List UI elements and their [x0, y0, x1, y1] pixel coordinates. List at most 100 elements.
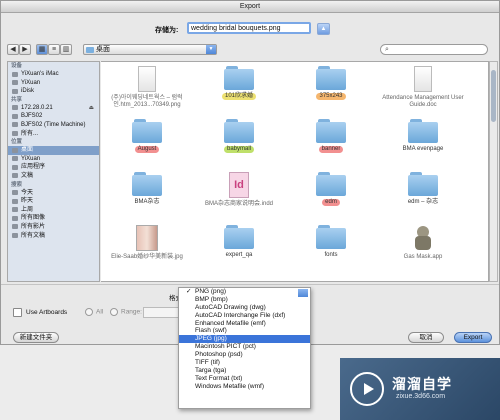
format-option[interactable]: Enhanced Metafile (emf) — [179, 320, 310, 328]
format-option[interactable]: TIFF (tif) — [179, 359, 310, 367]
sidebar-item-label: 所有影片 — [21, 223, 46, 230]
format-option[interactable]: BMP (bmp) — [179, 296, 310, 304]
back-button[interactable]: ◀ — [7, 44, 19, 55]
file-item[interactable]: expert_qa — [193, 225, 285, 259]
use-artboards-option[interactable]: Use Artboards — [13, 308, 67, 317]
file-item[interactable]: Id BMA杂志商家说明会.indd — [193, 172, 285, 208]
use-artboards-checkbox[interactable] — [13, 308, 22, 317]
sidebar-item-label: 今天 — [21, 189, 34, 196]
folder-body — [224, 69, 254, 90]
sidebar-item-label: YiXuan — [21, 79, 41, 86]
format-option[interactable]: AutoCAD Interchange File (dxf) — [179, 312, 310, 320]
file-item[interactable]: Gas Mask.app — [377, 225, 469, 261]
file-item[interactable]: 375x243 — [285, 66, 377, 100]
new-folder-button[interactable]: 新建文件夹 — [13, 332, 59, 343]
eject-icon[interactable]: ⏏ — [89, 104, 94, 113]
chevron-up-icon: ▲ — [320, 26, 327, 32]
sidebar-item[interactable]: 上周 — [8, 206, 99, 215]
file-item[interactable]: edm – 杂志 — [377, 172, 469, 206]
file-item[interactable]: BMA杂志 — [101, 172, 193, 206]
file-label: Attendance Management User Guide.doc — [382, 95, 464, 108]
sidebar-item-label: BJFS02 (Time Machine) — [21, 121, 86, 128]
filename-input[interactable]: wedding bridal bouquets.png — [187, 22, 311, 34]
file-item[interactable]: August — [101, 119, 193, 153]
format-option[interactable]: Windows Metafile (wmf) — [179, 383, 310, 391]
folder-icon — [316, 225, 346, 249]
all-radio-option[interactable]: All — [85, 308, 103, 316]
cancel-button[interactable]: 取消 — [408, 332, 444, 343]
sidebar-item[interactable]: 所有... — [8, 130, 99, 139]
sidebar-item[interactable]: YiXuan — [8, 155, 99, 164]
sidebar-item[interactable]: 今天 — [8, 189, 99, 198]
file-label: fonts — [324, 252, 338, 258]
popup-arrow-icon: ▼ — [206, 45, 216, 54]
sidebar-item[interactable]: 应用程序 — [8, 163, 99, 172]
export-button[interactable]: Export — [454, 332, 492, 343]
range-radio-option[interactable]: Range: — [110, 308, 142, 316]
file-item[interactable]: Attendance Management User Guide.doc — [377, 66, 469, 109]
sidebar-item[interactable]: 文稿 — [8, 172, 99, 181]
format-option[interactable]: ✓ PNG (png) — [179, 288, 310, 296]
checkmark-icon: ✓ — [186, 288, 192, 295]
sidebar-item[interactable]: BJFS02 (Time Machine) — [8, 121, 99, 130]
sidebar-section-header: 位置 — [11, 139, 23, 146]
format-option[interactable]: Text Format (txt) — [179, 375, 310, 383]
file-item[interactable]: (주)아이웨딩네트웍스 – 럼럭 인.htm_2013...70349.png — [101, 66, 193, 109]
sidebar-item[interactable]: 所有影片 — [8, 223, 99, 232]
format-option[interactable]: JPEG (jpg) — [179, 335, 310, 344]
folder-icon — [224, 66, 254, 90]
format-option[interactable]: Photoshop (psd) — [179, 351, 310, 359]
format-option-label: Flash (swf) — [195, 327, 227, 335]
file-item[interactable]: edm — [285, 172, 377, 206]
file-item[interactable]: fonts — [285, 225, 377, 259]
file-item[interactable]: BMA evenpage — [377, 119, 469, 153]
all-radio[interactable] — [85, 308, 93, 316]
window-title: Export — [1, 1, 499, 13]
desktop-icon — [12, 147, 18, 153]
expand-dialog-button[interactable]: ▲ — [317, 23, 330, 35]
icon-view-button[interactable]: ▦ — [36, 44, 48, 55]
sidebar-item[interactable]: iDisk — [8, 87, 99, 96]
file-item[interactable]: banner — [285, 119, 377, 153]
watermark: 溜溜自学 zixue.3d66.com — [340, 358, 500, 420]
format-option[interactable]: AutoCAD Drawing (dwg) — [179, 304, 310, 312]
sidebar-item[interactable]: 172.28.0.21 ⏏ — [8, 104, 99, 113]
file-item[interactable]: babymall — [193, 119, 285, 153]
file-label: expert_qa — [225, 252, 253, 258]
file-item[interactable]: Elie-Saab婚纱华美新装.jpg — [101, 225, 193, 261]
vertical-scrollbar[interactable] — [489, 61, 498, 282]
scroll-thumb[interactable] — [491, 70, 496, 122]
document-file-icon — [414, 66, 432, 92]
sidebar-item[interactable]: YiXuan's iMac — [8, 70, 99, 79]
location-popup[interactable]: 桌面 ▼ — [83, 44, 217, 55]
clock-icon — [12, 190, 18, 196]
format-option[interactable]: Macintosh PICT (pct) — [179, 343, 310, 351]
column-view-button[interactable]: ▥ — [60, 44, 72, 55]
sidebar-item-label: 文稿 — [21, 172, 34, 179]
sidebar-section-header: 搜索 — [11, 181, 23, 188]
format-option[interactable]: Flash (swf) — [179, 327, 310, 335]
search-input[interactable]: ⌕ — [380, 44, 488, 55]
browser-toolbar: ◀ ▶ ▦ ≡ ▥ 桌面 ▼ ⌕ — [1, 44, 499, 58]
file-item[interactable]: 101欣求婚 — [193, 66, 285, 100]
format-option-label: PNG (png) — [195, 288, 227, 295]
sidebar-item[interactable]: 昨天 — [8, 197, 99, 206]
forward-button[interactable]: ▶ — [19, 44, 31, 55]
sidebar-item[interactable]: BJFS02 — [8, 112, 99, 121]
format-option-label: AutoCAD Interchange File (dxf) — [195, 311, 286, 319]
format-option-label: TIFF (tif) — [195, 359, 220, 367]
grid-view-icon: ▦ — [38, 46, 46, 53]
folder-icon — [408, 172, 438, 196]
range-input[interactable] — [143, 307, 181, 318]
sidebar-item[interactable]: YiXuan — [8, 79, 99, 88]
range-radio[interactable] — [110, 308, 118, 316]
sidebar-item-label: 172.28.0.21 — [21, 104, 53, 111]
sidebar-item[interactable]: 桌面 — [8, 146, 99, 155]
range-label: Range: — [121, 308, 142, 316]
sidebar-item[interactable]: 所有文稿 — [8, 232, 99, 241]
list-view-button[interactable]: ≡ — [48, 44, 60, 55]
format-option[interactable]: Targa (tga) — [179, 367, 310, 375]
sidebar-item[interactable]: 所有图像 — [8, 214, 99, 223]
watermark-brand: 溜溜自学 — [392, 376, 452, 392]
folder-body — [224, 122, 254, 143]
